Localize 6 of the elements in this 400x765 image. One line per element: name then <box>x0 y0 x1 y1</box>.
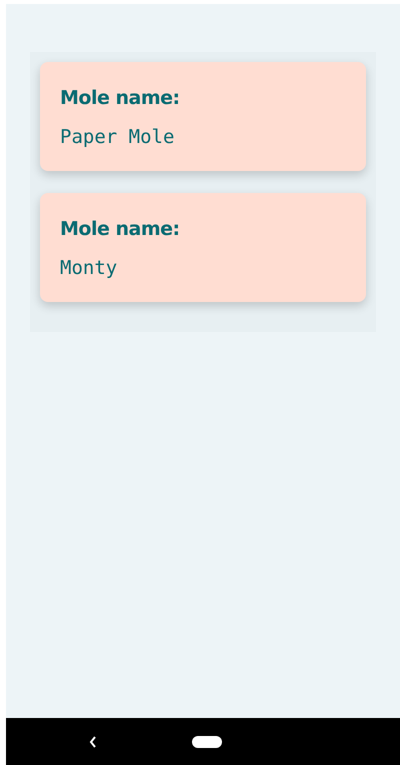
mole-name-label: Mole name: <box>60 86 181 111</box>
mole-name-label: Mole name: <box>60 217 181 242</box>
mole-name: Paper Mole <box>60 124 176 150</box>
back-icon[interactable] <box>89 736 97 748</box>
mole-name: Monty <box>60 256 118 280</box>
home-icon[interactable] <box>192 736 222 748</box>
